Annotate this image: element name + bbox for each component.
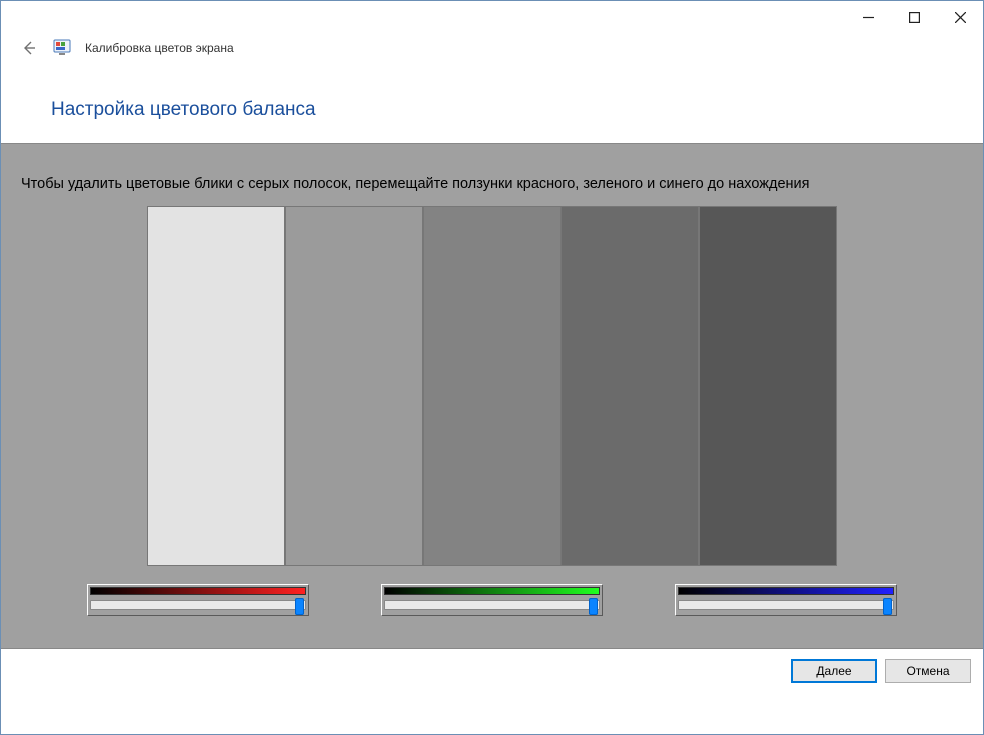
slider-track[interactable]: [384, 600, 600, 610]
back-button[interactable]: [19, 38, 39, 58]
gray-swatch: [147, 206, 285, 566]
cancel-button[interactable]: Отмена: [885, 659, 971, 683]
green-slider[interactable]: [381, 584, 603, 616]
gray-swatch: [561, 206, 699, 566]
red-slider[interactable]: [87, 584, 309, 616]
slider-thumb[interactable]: [883, 598, 892, 615]
close-button[interactable]: [937, 1, 983, 33]
app-title: Калибровка цветов экрана: [85, 41, 234, 55]
sliders-row: [1, 584, 983, 616]
red-gradient-icon: [90, 587, 306, 595]
wizard-footer: Далее Отмена: [1, 649, 983, 693]
blue-slider[interactable]: [675, 584, 897, 616]
slider-track[interactable]: [90, 600, 306, 610]
next-button[interactable]: Далее: [791, 659, 877, 683]
maximize-button[interactable]: [891, 1, 937, 33]
window-titlebar: [1, 1, 983, 33]
calibration-panel: Чтобы удалить цветовые блики с серых пол…: [1, 143, 983, 649]
instruction-text: Чтобы удалить цветовые блики с серых пол…: [1, 144, 983, 194]
slider-thumb[interactable]: [295, 598, 304, 615]
gray-swatch: [285, 206, 423, 566]
wizard-header: Калибровка цветов экрана: [1, 33, 983, 63]
gray-swatch-row: [1, 206, 983, 566]
gray-swatch: [423, 206, 561, 566]
minimize-button[interactable]: [845, 1, 891, 33]
content-heading-area: Настройка цветового баланса: [1, 63, 983, 143]
blue-gradient-icon: [678, 587, 894, 595]
page-heading: Настройка цветового баланса: [51, 99, 983, 121]
slider-thumb[interactable]: [589, 598, 598, 615]
green-gradient-icon: [384, 587, 600, 595]
slider-track[interactable]: [678, 600, 894, 610]
gray-swatch: [699, 206, 837, 566]
app-icon: [53, 39, 71, 57]
